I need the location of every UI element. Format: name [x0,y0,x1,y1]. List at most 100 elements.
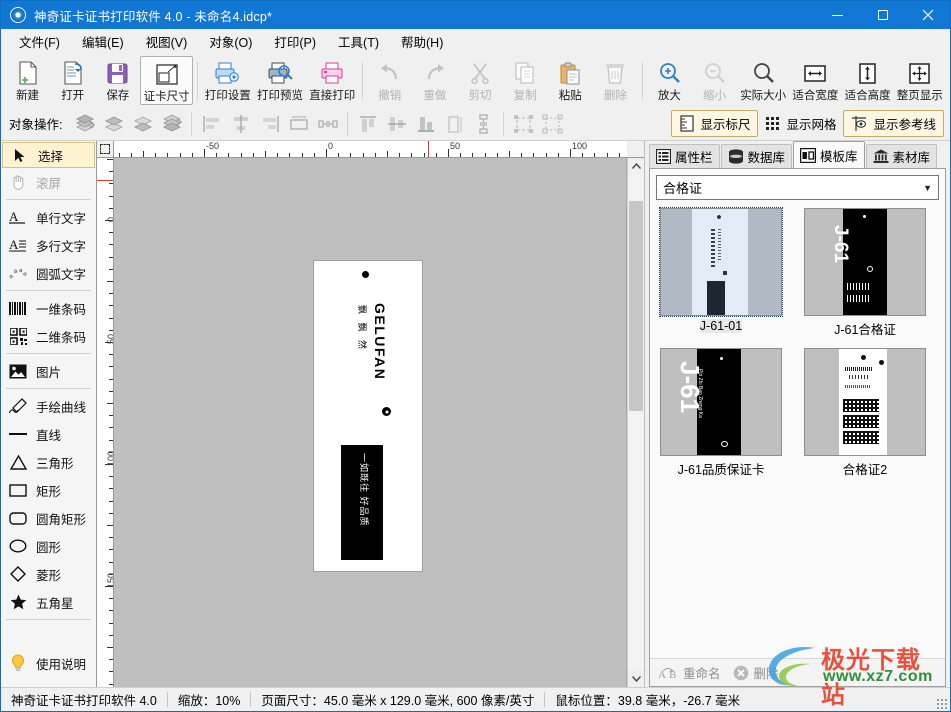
toolbar-redo-button[interactable]: 重做 [412,56,457,105]
menu-edit[interactable]: 编辑(E) [71,29,135,54]
template-item-j61-pinzhi[interactable]: J-61 Pin Zhi Bao Zheng Ka J-61品质保证卡 [656,348,786,478]
close-button[interactable] [905,1,950,29]
vertical-ruler[interactable]: 0 50 100 150 [97,158,114,687]
menu-view[interactable]: 视图(V) [135,29,199,54]
menu-tools[interactable]: 工具(T) [327,29,390,54]
ungroup-button[interactable] [538,111,567,137]
tool-freehand-curve[interactable]: 手绘曲线 [1,392,96,420]
distribute-horizontal-button[interactable] [313,111,342,137]
minimize-button[interactable] [815,1,860,29]
toolbar-undo-button[interactable]: 撤销 [367,56,412,105]
template-thumbnail-image[interactable]: J-61 [804,208,926,316]
card-page[interactable]: GELUFAN 飘 飘 然 一如既往 好品质 [314,261,422,571]
scroll-up-arrow-icon[interactable] [628,158,644,175]
template-thumbnail-image[interactable]: J-61 Pin Zhi Bao Zheng Ka [660,348,782,456]
toolbar-fit-page-button[interactable]: 整页显示 [894,56,946,105]
vertical-guide-line[interactable] [97,180,113,181]
toolbar-paste-button[interactable]: 粘贴 [548,56,593,105]
template-item-hegezheng2[interactable]: 合格证2 [800,348,930,478]
rename-template-button[interactable]: A B 重命名 [658,663,721,682]
tool-rectangle[interactable]: 矩形 [1,476,96,504]
toggle-show-guideline[interactable]: 显示参考线 [843,110,944,137]
tool-select[interactable]: 选择 [2,142,95,168]
align-bottom-button[interactable] [411,111,440,137]
horizontal-ruler[interactable]: -50 0 50 100 [114,141,627,158]
card-ring-marker[interactable] [382,407,391,416]
template-item-j61-hegezheng[interactable]: J-61 J-61合格证 [800,208,930,338]
tool-triangle[interactable]: 三角形 [1,448,96,476]
align-right-button[interactable] [255,111,284,137]
card-size-icon [155,61,179,87]
template-thumbnail-image[interactable] [659,207,783,317]
horizontal-guide-line[interactable] [428,141,429,157]
align-top-button[interactable] [353,111,382,137]
menu-file[interactable]: 文件(F) [8,29,71,54]
tab-properties[interactable]: 属性栏 [649,144,720,168]
menu-help[interactable]: 帮助(H) [390,29,454,54]
tool-image[interactable]: 图片 [1,357,96,385]
tool-single-line-text[interactable]: A 单行文字 [1,203,96,231]
toolbar-card-size-button[interactable]: 证卡尺寸 [140,56,193,105]
toolbar-open-button[interactable]: 打开 [50,56,95,105]
design-canvas[interactable]: GELUFAN 飘 飘 然 一如既往 好品质 [114,158,627,687]
align-center-horizontal-button[interactable] [226,111,255,137]
toolbar-delete-button[interactable]: 删除 [593,56,638,105]
toolbar-copy-button[interactable]: 复制 [503,56,548,105]
align-left-button[interactable] [197,111,226,137]
tool-rounded-rectangle[interactable]: 圆角矩形 [1,504,96,532]
send-backward-button[interactable] [128,111,157,137]
tab-material-bank[interactable]: 素材库 [865,144,938,168]
tool-barcode-1d[interactable]: 一维条码 [1,294,96,322]
tool-ellipse[interactable]: 圆形 [1,532,96,560]
toolbar-print-settings-button[interactable]: 打印设置 [202,56,254,105]
card-slogan-box[interactable]: 一如既往 好品质 [341,445,383,560]
ruler-corner[interactable] [97,141,114,158]
toolbar-fit-width-button[interactable]: 适合宽度 [789,56,841,105]
canvas-vertical-scrollbar[interactable] [627,158,644,687]
tab-database[interactable]: 数据库 [720,144,793,168]
toggle-show-grid[interactable]: 显示网格 [758,110,843,137]
tool-diamond[interactable]: 菱形 [1,560,96,588]
toolbar-zoom-in-button[interactable]: 放大 [647,56,692,105]
card-chinese-text[interactable]: 飘 飘 然 [356,305,369,352]
align-middle-vertical-button[interactable] [382,111,411,137]
tool-pan[interactable]: 滚屏 [1,168,96,196]
card-punch-hole-top[interactable] [362,271,369,278]
tool-line[interactable]: 直线 [1,420,96,448]
toggle-show-ruler[interactable]: 显示标尺 [671,110,759,137]
toolbar-fit-height-button[interactable]: 适合高度 [842,56,894,105]
tool-multi-line-text[interactable]: A 多行文字 [1,231,96,259]
toolbar-new-button[interactable]: 新建 [5,56,50,105]
menu-object[interactable]: 对象(O) [198,29,263,54]
template-item-j61-01[interactable]: J-61-01 [656,207,786,338]
bring-forward-button[interactable] [99,111,128,137]
bring-to-front-button[interactable] [70,111,99,137]
tab-template-library[interactable]: 模板库 [793,141,865,168]
toolbar-zoom-out-button[interactable]: 缩小 [692,56,737,105]
resize-grip[interactable] [936,698,947,709]
menu-print[interactable]: 打印(P) [263,29,327,54]
tool-star[interactable]: 五角星 [1,588,96,616]
toolbar-direct-print-button[interactable]: 直接打印 [306,56,358,105]
same-height-button[interactable] [440,111,469,137]
toolbar-actual-size-button[interactable]: 实际大小 [737,56,789,105]
template-category-select[interactable]: 合格证 ▼ [656,175,939,200]
distribute-vertical-button[interactable] [469,111,498,137]
card-brand-text[interactable]: GELUFAN [372,303,388,380]
scrollbar-thumb[interactable] [629,201,643,411]
send-to-back-button[interactable] [157,111,186,137]
toolbar-print-preview-button[interactable]: 打印预览 [254,56,306,105]
toolbar-cut-button[interactable]: 剪切 [457,56,502,105]
delete-template-button[interactable]: 删除 [733,663,779,682]
tool-arc-text[interactable]: a a a a 圆弧文字 [1,259,96,287]
scroll-down-arrow-icon[interactable] [628,670,644,687]
same-width-button[interactable] [284,111,313,137]
maximize-button[interactable] [860,1,905,29]
card-slogan-text: 一如既往 好品质 [359,453,369,527]
group-button[interactable] [509,111,538,137]
tool-help-instructions[interactable]: 使用说明 [1,649,96,677]
scrollbar-track[interactable] [628,175,644,670]
tool-qrcode-2d[interactable]: 二维条码 [1,322,96,350]
template-thumbnail-image[interactable] [804,348,926,456]
toolbar-save-button[interactable]: 保存 [95,56,140,105]
